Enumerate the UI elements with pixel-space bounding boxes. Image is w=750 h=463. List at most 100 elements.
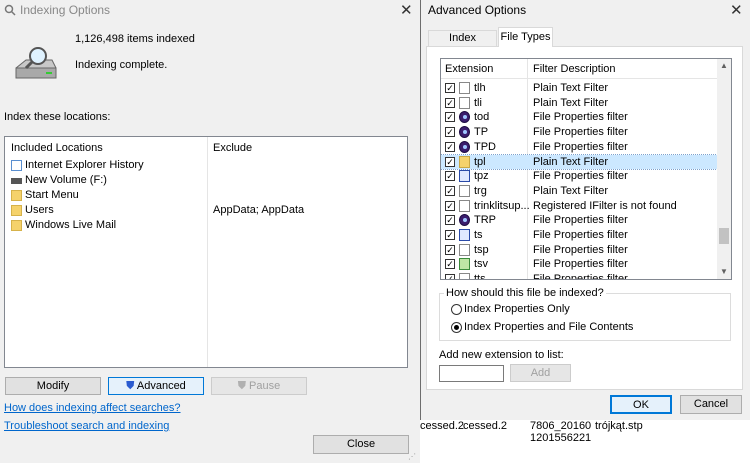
pause-button[interactable]: ⛊ Pause bbox=[211, 377, 307, 395]
close-icon[interactable]: ✕ bbox=[400, 1, 413, 19]
file-type-row[interactable]: ✓ ts File Properties filter bbox=[441, 228, 717, 243]
file-type-row[interactable]: ✓ tpl Plain Text Filter bbox=[441, 153, 718, 171]
extension-label: ts bbox=[474, 229, 483, 241]
extension-label: tpl bbox=[474, 155, 486, 168]
add-button[interactable]: Add bbox=[510, 364, 571, 382]
file-type-row[interactable]: ✓ tpz File Properties filter bbox=[441, 169, 717, 184]
file-type-checkbox[interactable]: ✓ bbox=[445, 274, 455, 279]
index-method-label: How should this file be indexed? bbox=[444, 287, 606, 299]
file-type-checkbox[interactable]: ✓ bbox=[445, 259, 455, 270]
file-type-checkbox[interactable]: ✓ bbox=[445, 215, 455, 226]
filter-description: File Properties filter bbox=[533, 258, 628, 271]
column-header-exclude[interactable]: Exclude bbox=[213, 142, 252, 154]
pause-button-label: Pause bbox=[249, 380, 281, 392]
new-extension-input[interactable] bbox=[439, 365, 504, 382]
file-type-checkbox[interactable]: ✓ bbox=[445, 185, 455, 196]
tab-index-settings[interactable]: Index Settings bbox=[428, 30, 497, 59]
file-type-checkbox[interactable]: ✓ bbox=[445, 171, 455, 182]
advanced-button[interactable]: ⛊ Advanced bbox=[108, 377, 204, 395]
scroll-down-arrow-icon[interactable]: ▼ bbox=[720, 267, 728, 276]
column-header-included[interactable]: Included Locations bbox=[11, 142, 103, 154]
indexing-options-window: Indexing Options ✕ 1,126,498 items index… bbox=[0, 0, 420, 463]
scroll-thumb[interactable] bbox=[719, 227, 729, 244]
file-type-row[interactable]: ✓ tsp File Properties filter bbox=[441, 243, 717, 258]
window-title: Advanced Options bbox=[428, 3, 527, 17]
extension-label: tlh bbox=[474, 82, 486, 94]
file-type-row[interactable]: ✓ trinklitsup... Registered IFilter is not… bbox=[441, 199, 717, 214]
column-header-extension[interactable]: Extension bbox=[445, 63, 493, 75]
location-row[interactable]: Users bbox=[11, 204, 201, 218]
file-type-row[interactable]: ✓ tli Plain Text Filter bbox=[441, 96, 717, 111]
file-type-checkbox[interactable]: ✓ bbox=[445, 112, 455, 123]
extension-label: trg bbox=[474, 184, 487, 197]
document-icon bbox=[459, 96, 470, 109]
indexing-status: Indexing complete. bbox=[75, 59, 168, 71]
background-explorer: cessed.2 cessed.2 7806_20160 1201556221 … bbox=[420, 420, 750, 463]
file-type-row[interactable]: ✓ trg Plain Text Filter bbox=[441, 184, 717, 199]
spreadsheet-icon bbox=[459, 258, 470, 271]
locations-list[interactable]: Included Locations Exclude Internet Expl… bbox=[4, 136, 408, 368]
ok-button[interactable]: OK bbox=[610, 395, 672, 414]
file-type-list[interactable]: Extension Filter Description ✓ tlh Plain T… bbox=[440, 58, 732, 280]
media-file-icon bbox=[459, 126, 470, 139]
file-type-checkbox[interactable]: ✓ bbox=[445, 127, 455, 138]
location-name: Windows Live Mail bbox=[25, 219, 117, 231]
media-file-icon bbox=[459, 111, 470, 124]
close-icon[interactable]: ✕ bbox=[730, 1, 743, 19]
location-name: New Volume (F:) bbox=[25, 174, 107, 186]
file-type-checkbox[interactable]: ✓ bbox=[445, 156, 455, 167]
filter-description: Registered IFilter is not found bbox=[533, 199, 677, 212]
file-type-row[interactable]: ✓ tts File Properties filter bbox=[441, 272, 717, 280]
folder-icon bbox=[11, 190, 22, 201]
indexing-help-link[interactable]: How does indexing affect searches? bbox=[4, 402, 181, 414]
background-text: trójkąt.stp bbox=[595, 420, 643, 432]
extension-label: tod bbox=[474, 111, 490, 124]
index-method-group bbox=[439, 293, 731, 341]
radio-label: Index Properties and File Contents bbox=[464, 321, 634, 333]
filter-description: File Properties filter bbox=[533, 273, 628, 280]
file-type-checkbox[interactable]: ✓ bbox=[445, 83, 455, 93]
scroll-up-arrow-icon[interactable]: ▲ bbox=[720, 61, 728, 70]
document-icon bbox=[459, 243, 470, 256]
extension-label: trinklitsup... bbox=[474, 199, 530, 212]
scrollbar[interactable]: ▲ ▼ bbox=[717, 59, 731, 279]
file-type-checkbox[interactable]: ✓ bbox=[445, 97, 455, 108]
extension-label: TP bbox=[474, 126, 489, 139]
cancel-button[interactable]: Cancel bbox=[680, 395, 742, 414]
filter-description: File Properties filter bbox=[533, 229, 628, 241]
file-type-row[interactable]: ✓ tlh Plain Text Filter bbox=[441, 81, 717, 96]
radio-properties-only[interactable] bbox=[451, 304, 462, 315]
close-button[interactable]: Close bbox=[313, 435, 409, 454]
resize-grip-icon[interactable]: ⋰ bbox=[408, 452, 417, 461]
location-row[interactable]: Start Menu bbox=[11, 189, 201, 203]
column-header-filter[interactable]: Filter Description bbox=[533, 63, 616, 75]
folder-icon bbox=[459, 155, 470, 168]
file-type-row[interactable]: ✓ TPD File Properties filter bbox=[441, 140, 717, 155]
file-type-row[interactable]: ✓ tsv File Properties filter bbox=[441, 257, 717, 272]
file-type-checkbox[interactable]: ✓ bbox=[445, 141, 455, 152]
background-text: cessed.2 bbox=[420, 420, 465, 432]
location-row[interactable]: New Volume (F:) bbox=[11, 174, 201, 188]
file-type-row[interactable]: ✓ TP File Properties filter bbox=[441, 125, 717, 140]
tab-file-types[interactable]: File Types bbox=[498, 27, 553, 47]
location-row[interactable]: Internet Explorer History bbox=[11, 159, 201, 173]
extension-label: TRP bbox=[474, 214, 496, 227]
file-type-row[interactable]: ✓ tod File Properties filter bbox=[441, 110, 717, 125]
file-type-checkbox[interactable]: ✓ bbox=[445, 230, 455, 240]
document-icon bbox=[459, 199, 470, 212]
filter-description: Plain Text Filter bbox=[533, 155, 608, 168]
file-type-checkbox[interactable]: ✓ bbox=[445, 200, 455, 211]
file-type-checkbox[interactable]: ✓ bbox=[445, 244, 455, 255]
filter-description: Plain Text Filter bbox=[533, 184, 608, 197]
document-icon bbox=[459, 184, 470, 197]
modify-button[interactable]: Modify bbox=[5, 377, 101, 395]
radio-properties-and-contents[interactable] bbox=[451, 322, 462, 333]
ie-history-icon bbox=[11, 160, 22, 171]
background-text: cessed.2 bbox=[463, 420, 508, 432]
file-type-row[interactable]: ✓ TRP File Properties filter bbox=[441, 213, 717, 228]
uac-shield-icon: ⛊ bbox=[126, 380, 135, 392]
troubleshoot-link[interactable]: Troubleshoot search and indexing bbox=[4, 420, 169, 432]
filter-description: File Properties filter bbox=[533, 243, 628, 256]
filter-description: File Properties filter bbox=[533, 126, 628, 139]
location-row[interactable]: Windows Live Mail bbox=[11, 219, 201, 233]
